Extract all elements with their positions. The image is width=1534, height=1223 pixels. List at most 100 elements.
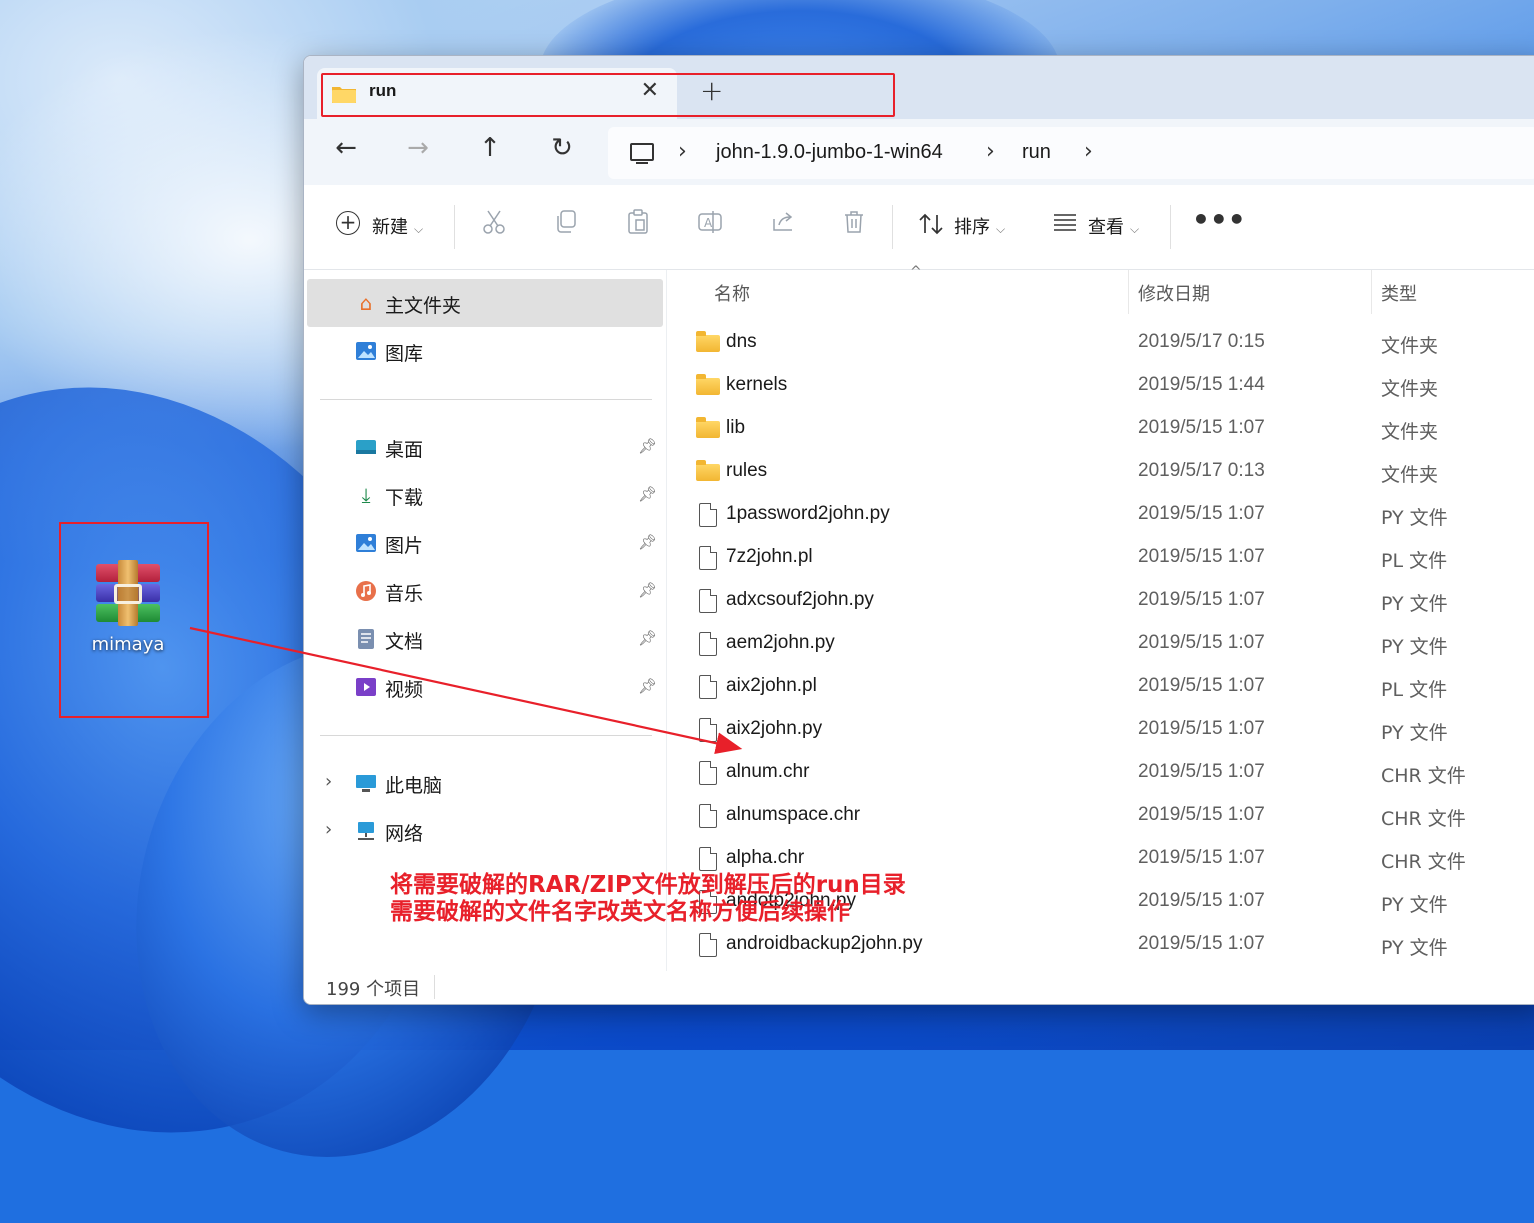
file-row[interactable]: aem2john.py 2019/5/15 1:07 PY 文件 xyxy=(668,623,1534,666)
file-row[interactable]: alnumspace.chr 2019/5/15 1:07 CHR 文件 xyxy=(668,795,1534,838)
file-row[interactable]: adxcsouf2john.py 2019/5/15 1:07 PY 文件 xyxy=(668,580,1534,623)
file-modified-date: 2019/5/15 1:07 xyxy=(1138,503,1265,524)
up-button[interactable]: ↑ xyxy=(470,133,510,163)
folder-icon xyxy=(696,331,720,352)
toolbar-divider xyxy=(892,205,893,249)
pin-icon[interactable]: 📌︎ xyxy=(638,581,657,599)
file-row[interactable]: lib 2019/5/15 1:07 文件夹 xyxy=(668,408,1534,451)
copy-icon[interactable] xyxy=(554,209,578,235)
pin-icon[interactable]: 📌︎ xyxy=(638,485,657,503)
sidebar-item-downloads[interactable]: ⤓ 下载 📌︎ xyxy=(307,471,663,519)
file-name: alnum.chr xyxy=(726,761,810,782)
documents-icon xyxy=(355,628,377,650)
file-icon xyxy=(699,804,717,828)
breadcrumb-run[interactable]: run xyxy=(1022,141,1051,164)
file-row[interactable]: kernels 2019/5/15 1:44 文件夹 xyxy=(668,365,1534,408)
file-icon xyxy=(699,933,717,957)
file-row[interactable]: androidbackup2john.py 2019/5/15 1:07 PY 文件 xyxy=(668,924,1534,967)
computer-icon[interactable] xyxy=(630,143,654,164)
new-button[interactable]: 新建 ⌵ xyxy=(372,213,423,239)
file-type: CHR 文件 xyxy=(1381,851,1466,873)
column-header-date[interactable]: 修改日期 xyxy=(1138,280,1210,306)
chevron-down-icon: ⌵ xyxy=(1130,222,1140,236)
status-divider xyxy=(434,975,435,999)
sidebar-item-pictures[interactable]: 图片 📌︎ xyxy=(307,519,663,567)
paste-icon[interactable] xyxy=(626,209,650,235)
address-bar[interactable]: › john-1.9.0-jumbo-1-win64 › run › xyxy=(608,127,1534,179)
sidebar-item-home[interactable]: ⌂ 主文件夹 xyxy=(307,279,663,327)
file-modified-date: 2019/5/15 1:07 xyxy=(1138,890,1265,911)
file-modified-date: 2019/5/15 1:44 xyxy=(1138,374,1265,395)
file-row[interactable]: 1password2john.py 2019/5/15 1:07 PY 文件 xyxy=(668,494,1534,537)
file-icon xyxy=(699,589,717,613)
chevron-right-icon[interactable]: › xyxy=(325,771,332,792)
file-row[interactable]: rules 2019/5/17 0:13 文件夹 xyxy=(668,451,1534,494)
file-modified-date: 2019/5/15 1:07 xyxy=(1138,718,1265,739)
file-type: 文件夹 xyxy=(1381,464,1439,486)
more-options-button[interactable]: ••• xyxy=(1192,203,1246,236)
annotation-highlight-box xyxy=(321,73,895,117)
column-header-name[interactable]: 名称 xyxy=(714,280,750,306)
annotation-line-1: 将需要破解的RAR/ZIP文件放到解压后的run目录 xyxy=(390,872,906,898)
sort-icon[interactable] xyxy=(918,211,944,237)
sidebar-item-videos[interactable]: 视频 📌︎ xyxy=(307,663,663,711)
file-row[interactable]: alnum.chr 2019/5/15 1:07 CHR 文件 xyxy=(668,752,1534,795)
sidebar-item-music[interactable]: 音乐 📌︎ xyxy=(307,567,663,615)
view-button[interactable]: 查看 ⌵ xyxy=(1088,213,1139,239)
sort-button[interactable]: 排序 ⌵ xyxy=(954,213,1005,239)
sidebar-item-label: 网络 xyxy=(385,823,424,845)
cut-icon[interactable] xyxy=(482,209,506,235)
file-row[interactable]: dns 2019/5/17 0:15 文件夹 xyxy=(668,322,1534,365)
sidebar-item-network[interactable]: › 网络 xyxy=(307,807,663,855)
sidebar-item-desktop[interactable]: 桌面 📌︎ xyxy=(307,423,663,471)
pin-icon[interactable]: 📌︎ xyxy=(638,437,657,455)
folder-icon xyxy=(696,374,720,395)
sidebar-item-gallery[interactable]: 图库 xyxy=(307,327,663,375)
command-bar: + 新建 ⌵ A 排序 ⌵ 查看 ⌵ ••• xyxy=(304,185,1534,270)
chevron-down-icon: ⌵ xyxy=(414,222,424,236)
column-divider[interactable] xyxy=(1371,270,1372,314)
file-modified-date: 2019/5/15 1:07 xyxy=(1138,675,1265,696)
column-divider[interactable] xyxy=(1128,270,1129,314)
status-bar: 199 个项目 xyxy=(304,971,1534,1004)
chevron-right-icon[interactable]: › xyxy=(678,139,687,164)
gallery-icon xyxy=(355,340,377,362)
file-icon xyxy=(699,632,717,656)
item-count: 199 个项目 xyxy=(326,979,421,1000)
column-header-type[interactable]: 类型 xyxy=(1381,280,1417,306)
file-icon xyxy=(699,546,717,570)
svg-text:A: A xyxy=(704,216,713,230)
chevron-right-icon[interactable]: › xyxy=(325,819,332,840)
pin-icon[interactable]: 📌︎ xyxy=(638,533,657,551)
sidebar-item-documents[interactable]: 文档 📌︎ xyxy=(307,615,663,663)
sort-button-label: 排序 xyxy=(954,217,990,238)
file-row[interactable]: 7z2john.pl 2019/5/15 1:07 PL 文件 xyxy=(668,537,1534,580)
file-name: kernels xyxy=(726,374,788,395)
plus-circle-icon[interactable]: + xyxy=(336,211,360,235)
forward-button[interactable]: → xyxy=(398,133,438,163)
file-explorer-window: run ✕ + ← → ↑ ↻ › john-1.9.0-jumbo-1-win… xyxy=(303,55,1534,1005)
rename-icon[interactable]: A xyxy=(697,209,723,235)
file-name: aem2john.py xyxy=(726,632,835,653)
sidebar-item-this-pc[interactable]: › 此电脑 xyxy=(307,759,663,807)
annotation-highlight-box xyxy=(59,522,209,718)
view-list-icon[interactable] xyxy=(1052,209,1078,235)
chevron-right-icon[interactable]: › xyxy=(986,139,995,164)
pin-icon[interactable]: 📌︎ xyxy=(638,677,657,695)
back-button[interactable]: ← xyxy=(326,133,366,163)
breadcrumb-john[interactable]: john-1.9.0-jumbo-1-win64 xyxy=(716,141,943,164)
file-name: dns xyxy=(726,331,757,352)
file-name: alnumspace.chr xyxy=(726,804,861,825)
share-icon[interactable] xyxy=(770,209,796,235)
sidebar-item-label: 文档 xyxy=(385,631,424,653)
pin-icon[interactable]: 📌︎ xyxy=(638,629,657,647)
file-row[interactable]: aix2john.pl 2019/5/15 1:07 PL 文件 xyxy=(668,666,1534,709)
file-row[interactable]: aix2john.py 2019/5/15 1:07 PY 文件 xyxy=(668,709,1534,752)
chevron-right-icon[interactable]: › xyxy=(1084,139,1093,164)
file-type: PY 文件 xyxy=(1381,722,1448,744)
refresh-button[interactable]: ↻ xyxy=(542,133,582,163)
file-type: 文件夹 xyxy=(1381,335,1439,357)
file-modified-date: 2019/5/15 1:07 xyxy=(1138,417,1265,438)
delete-icon[interactable] xyxy=(842,209,866,235)
file-type: CHR 文件 xyxy=(1381,808,1466,830)
